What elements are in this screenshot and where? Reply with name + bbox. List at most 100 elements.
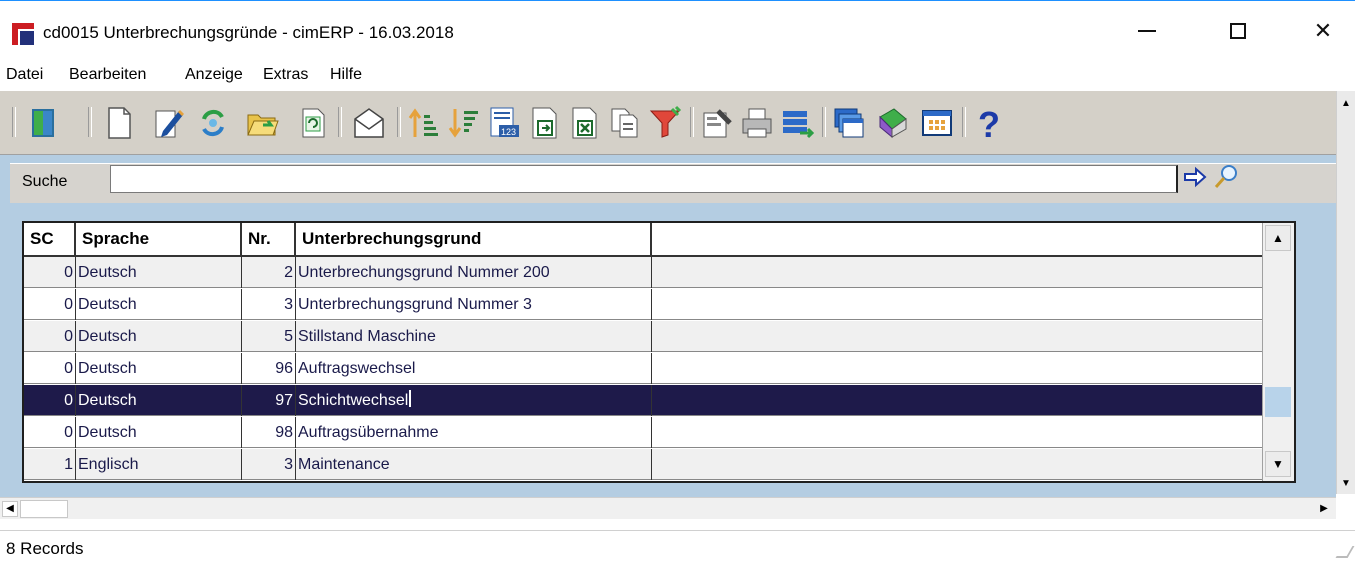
table-row[interactable]: 0 Deutsch 98 Auftragsübernahme [24, 417, 1262, 448]
windows-icon[interactable] [832, 105, 866, 141]
mail-icon[interactable] [352, 105, 386, 141]
cell-empty[interactable] [652, 321, 1262, 352]
cell-sprache[interactable]: Deutsch [76, 321, 242, 352]
data-grid: SC Sprache Nr. Unterbrechungsgrund 0 Deut… [22, 221, 1296, 483]
cell-empty[interactable] [652, 289, 1262, 320]
toolbar-separator [338, 107, 342, 137]
cell-nr[interactable]: 5 [242, 321, 296, 352]
cell-sprache[interactable]: Deutsch [76, 353, 242, 384]
cell-unterbrechungsgrund[interactable]: Unterbrechungsgrund Nummer 3 [296, 289, 652, 320]
cell-sc[interactable]: 0 [24, 417, 76, 448]
cell-sc[interactable]: 1 [24, 449, 76, 480]
title-bar: cd0015 Unterbrechungsgründe - cimERP - 1… [0, 0, 1355, 66]
close-button[interactable]: ✕ [1300, 11, 1346, 51]
menu-extras[interactable]: Extras [263, 66, 308, 84]
print-icon[interactable] [740, 105, 774, 141]
properties-icon[interactable] [700, 105, 734, 141]
resize-grip-icon[interactable] [1335, 546, 1355, 558]
sort-ascending-icon[interactable] [406, 105, 440, 141]
excel-export-icon[interactable] [568, 105, 602, 141]
scroll-down-icon[interactable]: ▼ [1339, 477, 1353, 491]
cell-nr[interactable]: 97 [242, 385, 296, 416]
arrow-right-icon[interactable] [1183, 165, 1207, 189]
grid-vertical-scrollbar[interactable]: ▲ ▼ [1262, 223, 1294, 481]
sort-descending-icon[interactable] [446, 105, 480, 141]
menu-datei[interactable]: Datei [6, 66, 43, 84]
cell-unterbrechungsgrund[interactable]: Maintenance [296, 449, 652, 480]
minimize-button[interactable] [1124, 11, 1170, 51]
scroll-left-icon[interactable]: ◀ [2, 501, 18, 517]
cell-nr[interactable]: 3 [242, 289, 296, 320]
minimize-icon [1138, 30, 1156, 32]
cell-unterbrechungsgrund[interactable]: Unterbrechungsgrund Nummer 200 [296, 257, 652, 288]
cell-unterbrechungsgrund[interactable]: Auftragsübernahme [296, 417, 652, 448]
cell-unterbrechungsgrund[interactable]: Stillstand Maschine [296, 321, 652, 352]
book-icon[interactable] [876, 105, 910, 141]
toolbar-separator [822, 107, 826, 137]
cell-sc[interactable]: 0 [24, 289, 76, 320]
recycle-icon[interactable] [196, 105, 230, 141]
cell-empty[interactable] [652, 385, 1262, 416]
cell-sc[interactable]: 0 [24, 321, 76, 352]
text-cursor [409, 390, 412, 407]
help-icon[interactable]: ? [972, 105, 1006, 141]
maximize-button[interactable] [1215, 11, 1261, 51]
table-row[interactable]: 0 Deutsch 96 Auftragswechsel [24, 353, 1262, 384]
cell-sprache[interactable]: Deutsch [76, 417, 242, 448]
table-row[interactable]: 1 Englisch 3 Maintenance [24, 449, 1262, 480]
scroll-up-icon[interactable]: ▲ [1265, 225, 1291, 251]
scroll-down-icon[interactable]: ▼ [1265, 451, 1291, 477]
cell-sprache[interactable]: Englisch [76, 449, 242, 480]
cell-sprache[interactable]: Deutsch [76, 257, 242, 288]
window-vertical-scrollbar[interactable]: ▲ ▼ [1336, 91, 1355, 494]
open-folder-icon[interactable] [245, 105, 279, 141]
scroll-right-icon[interactable]: ▶ [1316, 501, 1332, 517]
search-input[interactable] [110, 165, 1178, 193]
cell-empty[interactable] [652, 353, 1262, 384]
refresh-icon[interactable] [296, 105, 330, 141]
exit-door-icon[interactable] [26, 105, 60, 141]
cell-sc[interactable]: 0 [24, 257, 76, 288]
cell-empty[interactable] [652, 417, 1262, 448]
filter-funnel-icon[interactable] [648, 105, 682, 141]
column-header-nr[interactable]: Nr. [242, 223, 296, 255]
cell-sprache[interactable]: Deutsch [76, 385, 242, 416]
copy-documents-icon[interactable] [608, 105, 642, 141]
numbered-list-icon[interactable]: 123 [487, 105, 521, 141]
scroll-thumb[interactable] [20, 500, 68, 518]
cell-nr[interactable]: 98 [242, 417, 296, 448]
scroll-thumb[interactable] [1265, 387, 1291, 417]
export-document-icon[interactable] [528, 105, 562, 141]
record-count: 8 Records [6, 539, 84, 558]
column-header-unterbrechungsgrund[interactable]: Unterbrechungsgrund [296, 223, 652, 255]
cell-sc[interactable]: 0 [24, 385, 76, 416]
cell-sprache[interactable]: Deutsch [76, 289, 242, 320]
cell-empty[interactable] [652, 449, 1262, 480]
horizontal-scrollbar[interactable]: ◀ ▶ [0, 497, 1336, 519]
magnifier-icon[interactable] [1212, 163, 1240, 191]
status-bar: 8 Records [0, 530, 1355, 562]
column-header-sc[interactable]: SC [24, 223, 76, 255]
cell-unterbrechungsgrund[interactable]: Auftragswechsel [296, 353, 652, 384]
cell-empty[interactable] [652, 257, 1262, 288]
table-row[interactable]: 0 Deutsch 97 Schichtwechsel [24, 385, 1262, 416]
scroll-up-icon[interactable]: ▲ [1339, 97, 1353, 111]
table-row[interactable]: 0 Deutsch 3 Unterbrechungsgrund Nummer 3 [24, 289, 1262, 320]
edit-pencil-icon[interactable] [151, 105, 185, 141]
table-row[interactable]: 0 Deutsch 5 Stillstand Maschine [24, 321, 1262, 352]
column-header-sprache[interactable]: Sprache [76, 223, 242, 255]
cell-unterbrechungsgrund[interactable]: Schichtwechsel [296, 385, 652, 416]
menu-hilfe[interactable]: Hilfe [330, 66, 362, 84]
cell-nr[interactable]: 3 [242, 449, 296, 480]
app-logo-icon [12, 23, 34, 45]
calendar-grid-icon[interactable] [920, 105, 954, 141]
cell-nr[interactable]: 96 [242, 353, 296, 384]
table-row[interactable]: 0 Deutsch 2 Unterbrechungsgrund Nummer 200 [24, 257, 1262, 288]
transfer-icon[interactable] [780, 105, 814, 141]
menu-anzeige[interactable]: Anzeige [185, 66, 243, 84]
cell-nr[interactable]: 2 [242, 257, 296, 288]
cell-sc[interactable]: 0 [24, 353, 76, 384]
menu-bearbeiten[interactable]: Bearbeiten [69, 66, 146, 84]
new-document-icon[interactable] [102, 105, 136, 141]
toolbar-separator [12, 107, 16, 137]
